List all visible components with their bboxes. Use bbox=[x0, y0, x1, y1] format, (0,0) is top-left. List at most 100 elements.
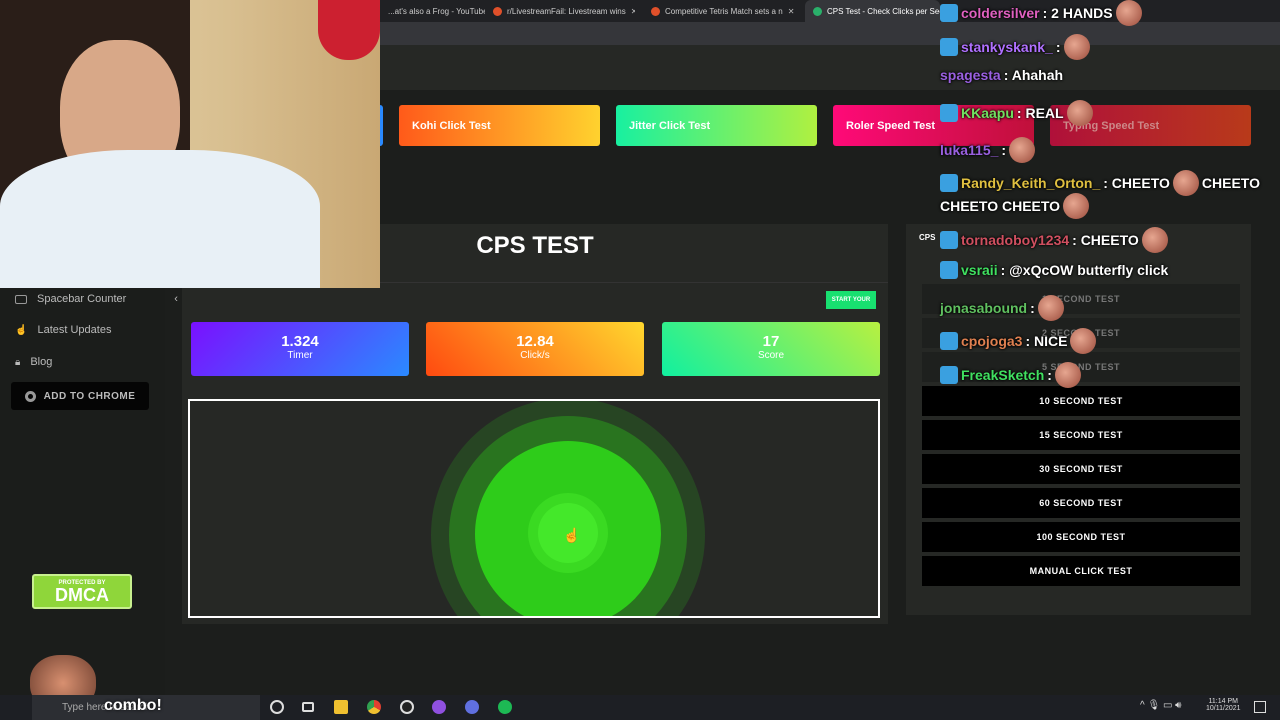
panel-header: CPS bbox=[919, 233, 936, 242]
chat-badge-icon bbox=[940, 261, 958, 279]
chat-username[interactable]: spagesta bbox=[940, 67, 1001, 83]
test-button[interactable]: MANUAL CLICK TEST bbox=[922, 556, 1240, 586]
chrome-icon bbox=[24, 390, 36, 402]
obs-icon[interactable] bbox=[400, 700, 414, 714]
task-view-icon[interactable] bbox=[302, 702, 314, 712]
clock[interactable]: 11:14 PM 10/11/2021 bbox=[1206, 698, 1241, 712]
chat-username[interactable]: cpojoga3 bbox=[961, 333, 1022, 349]
sidebar-item-spacebar-counter[interactable]: Spacebar Counter ‹ bbox=[15, 293, 178, 305]
sidebar-item-latest-updates[interactable]: ☝ Latest Updates bbox=[15, 324, 111, 336]
chat-message: cpojoga3: NICE bbox=[940, 328, 1097, 354]
chrome-icon[interactable] bbox=[367, 700, 381, 714]
chat-text: : bbox=[1030, 300, 1035, 316]
add-to-chrome-label: ADD TO CHROME bbox=[43, 390, 136, 402]
cortana-icon[interactable] bbox=[270, 700, 284, 714]
dmca-badge[interactable]: PROTECTED BY DMCA bbox=[32, 574, 132, 609]
sidebar-item-label: Latest Updates bbox=[37, 324, 112, 336]
emote-icon bbox=[1115, 0, 1142, 26]
system-tray-icons[interactable]: ^ 🎙︎ ▭ 🔊︎ bbox=[1140, 700, 1181, 711]
tab-title: CPS Test - Check Clicks per Second bbox=[827, 6, 940, 16]
clock-date: 10/11/2021 bbox=[1206, 705, 1241, 712]
hand-cursor-icon: ☝ bbox=[563, 527, 581, 543]
tab[interactable]: ...at's also a Frog - YouTube✕ bbox=[380, 0, 485, 22]
sidebar-item-label: Spacebar Counter bbox=[37, 293, 127, 305]
combo-text: combo! bbox=[104, 697, 162, 714]
chat-text: : Ahahah bbox=[1003, 67, 1064, 83]
chat-text: : NICE bbox=[1025, 333, 1068, 349]
close-icon[interactable]: ✕ bbox=[788, 7, 795, 16]
chat-username[interactable]: FreakSketch bbox=[961, 367, 1044, 383]
chat-username[interactable]: vsraii bbox=[961, 262, 998, 278]
chat-username[interactable]: coldersilver bbox=[961, 5, 1040, 21]
chat-text: : bbox=[1001, 142, 1007, 158]
stream-chat-overlay: coldersilver: 2 HANDS stankyskank_: spages… bbox=[940, 0, 1280, 388]
chat-badge-icon bbox=[940, 366, 958, 384]
score-value: 17 bbox=[762, 333, 780, 350]
chat-badge-icon bbox=[940, 174, 958, 192]
chat-message: coldersilver: 2 HANDS bbox=[940, 0, 1142, 26]
sidebar-item-label: Blog bbox=[30, 356, 53, 368]
chat-badge-icon bbox=[940, 4, 958, 22]
chat-text: : REAL bbox=[1016, 105, 1064, 121]
app-icon[interactable] bbox=[432, 700, 446, 714]
clock-time: 11:14 PM bbox=[1208, 698, 1238, 705]
start-button[interactable]: START YOUR bbox=[826, 291, 876, 309]
reddit-icon bbox=[493, 6, 502, 16]
chat-message: tornadoboy1234: CHEETO bbox=[940, 227, 1168, 253]
chat-text: : bbox=[1055, 39, 1061, 55]
sidebar-item-blog[interactable]: 🔒︎ Blog bbox=[15, 356, 52, 368]
kohi-click-test-button[interactable]: Kohi Click Test bbox=[399, 105, 600, 146]
tab[interactable]: r/LivestreamFail: Livestream wins ✕ bbox=[485, 0, 635, 22]
sidebar bbox=[0, 288, 165, 695]
emote-icon bbox=[1009, 137, 1036, 163]
emote-icon bbox=[1141, 227, 1168, 253]
jitter-click-test-button[interactable]: Jitter Click Test bbox=[616, 105, 817, 146]
chat-message: FreakSketch: bbox=[940, 362, 1081, 388]
keyboard-icon bbox=[15, 294, 27, 304]
chat-message: CHEETO CHEETO bbox=[940, 193, 1090, 219]
chat-message: jonasabound: bbox=[940, 295, 1064, 321]
emote-icon bbox=[1063, 34, 1090, 60]
chat-badge-icon bbox=[940, 38, 958, 56]
close-icon[interactable]: ✕ bbox=[631, 7, 635, 16]
webcam-overlay bbox=[0, 0, 380, 288]
emote-icon bbox=[1172, 170, 1199, 196]
chat-username[interactable]: stankyskank_ bbox=[961, 39, 1053, 55]
chat-username[interactable]: KKaapu bbox=[961, 105, 1014, 121]
tab-active[interactable]: CPS Test - Check Clicks per Second bbox=[805, 0, 940, 22]
tab-title: ...at's also a Frog - YouTube bbox=[388, 6, 485, 16]
chat-text: : CHEETO bbox=[1103, 175, 1170, 191]
chat-username[interactable]: tornadoboy1234 bbox=[961, 232, 1069, 248]
chat-text: CHEETO CHEETO bbox=[940, 198, 1061, 214]
test-button[interactable]: 15 SECOND TEST bbox=[922, 420, 1240, 450]
file-explorer-icon[interactable] bbox=[334, 700, 348, 714]
emote-icon bbox=[1054, 362, 1081, 388]
emote-icon bbox=[1070, 328, 1097, 354]
chat-username[interactable]: jonasabound bbox=[940, 300, 1027, 316]
cps-label: Click/s bbox=[520, 350, 550, 361]
notifications-icon[interactable] bbox=[1254, 701, 1266, 713]
timer-stat: 1.324 Timer bbox=[191, 322, 409, 376]
chat-text: CHEETO bbox=[1201, 175, 1260, 191]
lock-icon: 🔒︎ bbox=[15, 356, 21, 368]
add-to-chrome-button[interactable]: ADD TO CHROME bbox=[11, 382, 149, 410]
chat-badge-icon bbox=[940, 231, 958, 249]
score-label: Score bbox=[757, 350, 785, 361]
tab-title: r/LivestreamFail: Livestream wins bbox=[507, 6, 626, 16]
timer-value: 1.324 bbox=[281, 333, 319, 350]
chat-text: : CHEETO bbox=[1072, 232, 1139, 248]
chat-username[interactable]: Randy_Keith_Orton_ bbox=[961, 175, 1100, 191]
mouse-icon bbox=[813, 6, 822, 16]
test-button[interactable]: 100 SECOND TEST bbox=[922, 522, 1240, 552]
reddit-icon bbox=[651, 6, 660, 16]
clicks-per-second-stat: 12.84 Click/s bbox=[426, 322, 644, 376]
test-button[interactable]: 10 SECOND TEST bbox=[922, 386, 1240, 416]
test-button[interactable]: 30 SECOND TEST bbox=[922, 454, 1240, 484]
chat-username[interactable]: luka115_ bbox=[940, 142, 998, 158]
spotify-icon[interactable] bbox=[498, 700, 512, 714]
tab[interactable]: Competitive Tetris Match sets a n ✕ bbox=[643, 0, 798, 22]
click-area[interactable]: ☝ bbox=[188, 399, 880, 618]
test-button[interactable]: 60 SECOND TEST bbox=[922, 488, 1240, 518]
discord-icon[interactable] bbox=[465, 700, 479, 714]
tab-title: Competitive Tetris Match sets a n bbox=[665, 6, 783, 16]
